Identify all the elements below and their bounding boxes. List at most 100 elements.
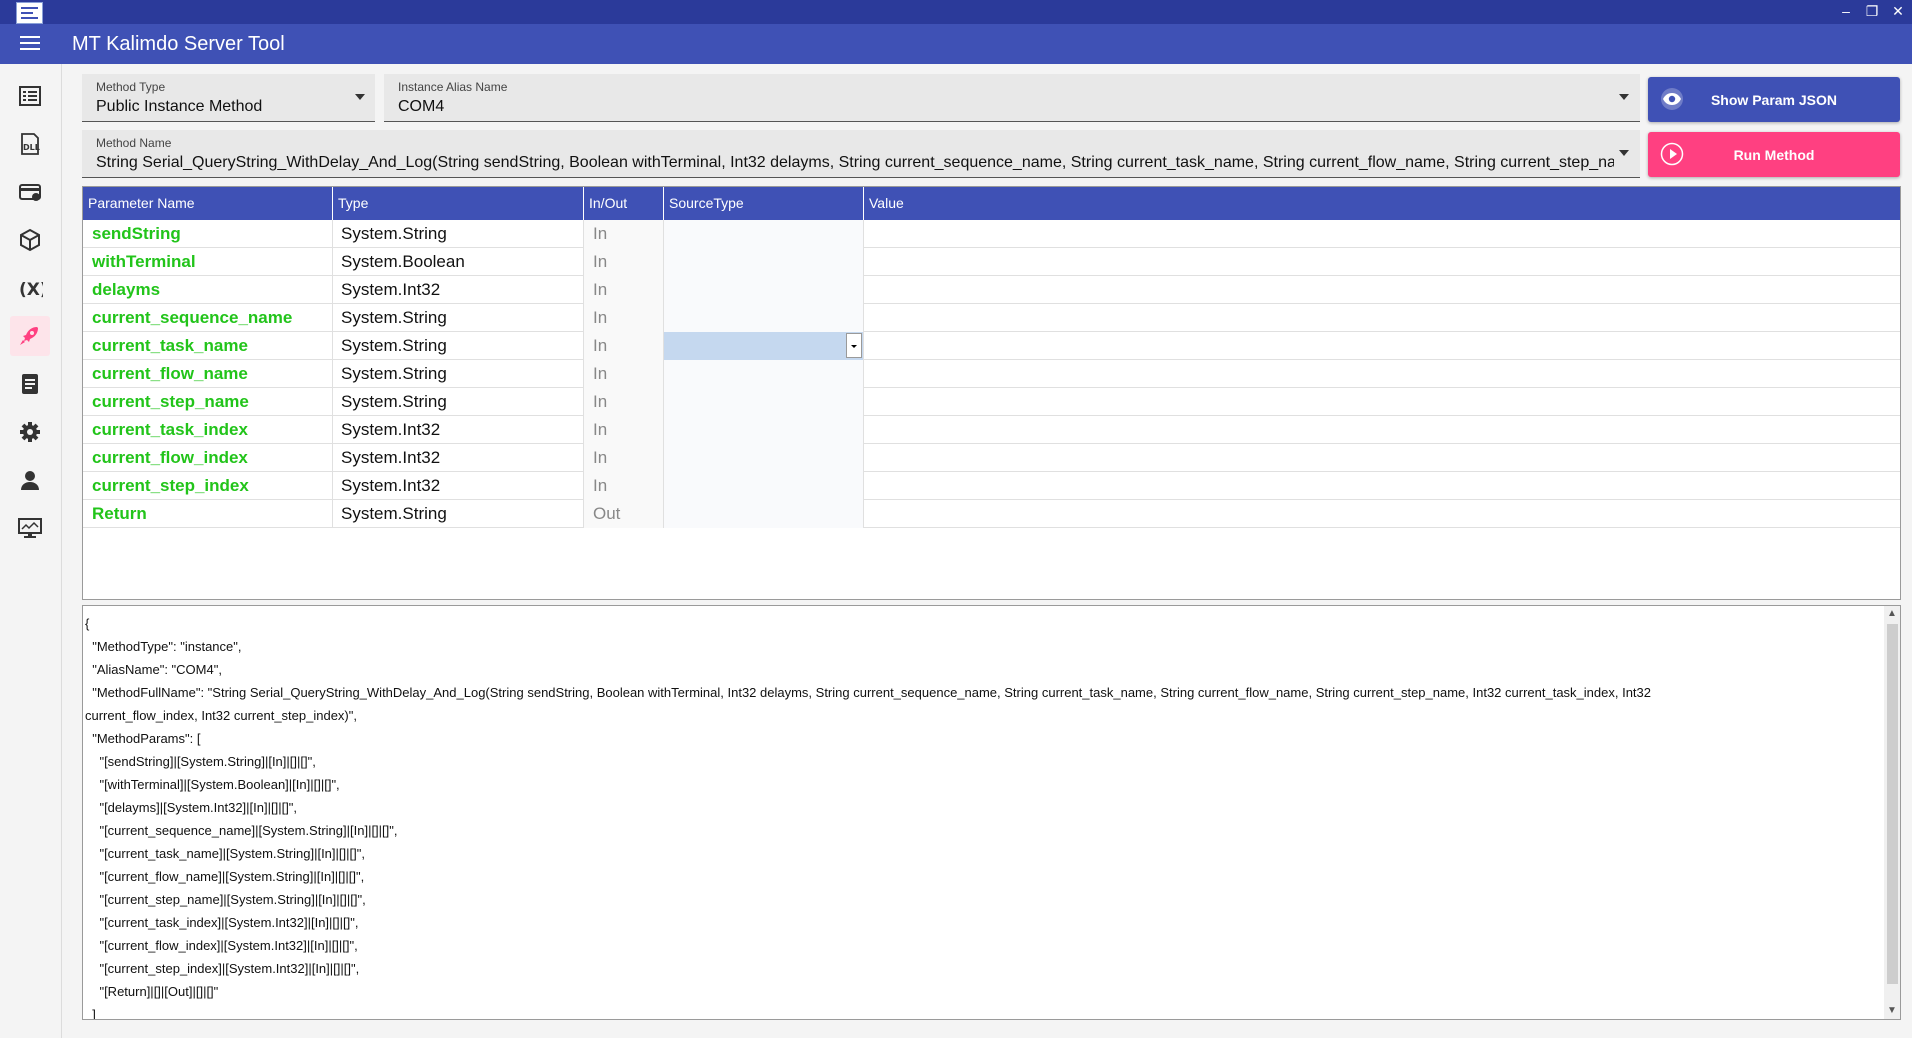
json-line: "[current_flow_name]|[System.String]|[In…	[85, 869, 365, 884]
gear-icon	[20, 422, 40, 442]
cell-io: Out	[584, 500, 664, 528]
json-line: "[Return]|[]|[Out]|[]|[]"	[85, 984, 219, 999]
scroll-thumb[interactable]	[1887, 624, 1898, 984]
table-row[interactable]: current_task_name System.String In	[83, 332, 1900, 360]
cell-source-type[interactable]	[664, 388, 864, 416]
table-row[interactable]: withTerminal System.Boolean In	[83, 248, 1900, 276]
method-type-select[interactable]: Method Type Public Instance Method	[82, 74, 375, 122]
table-row[interactable]: current_step_name System.String In	[83, 388, 1900, 416]
json-output-text: { "MethodType": "instance", "AliasName":…	[85, 612, 1875, 1019]
restore-button[interactable]: ❐	[1864, 3, 1880, 20]
show-param-json-button[interactable]: Show Param JSON	[1648, 77, 1900, 122]
sidebar-item-user[interactable]	[10, 460, 50, 500]
cell-name: withTerminal	[83, 248, 333, 276]
title-bar: – ❐ ✕	[0, 0, 1912, 24]
cell-value[interactable]	[864, 500, 1900, 528]
cell-io: In	[584, 248, 664, 276]
monitor-icon	[18, 518, 42, 538]
json-scrollbar[interactable]: ▲ ▼	[1884, 606, 1900, 1019]
cell-source-type[interactable]	[664, 276, 864, 304]
column-header-value[interactable]: Value	[864, 187, 1900, 220]
cell-name: Return	[83, 500, 333, 528]
table-row[interactable]: current_step_index System.Int32 In	[83, 472, 1900, 500]
run-method-button[interactable]: Run Method	[1648, 132, 1900, 177]
cell-source-type[interactable]	[664, 472, 864, 500]
cell-name: current_flow_index	[83, 444, 333, 472]
show-param-json-label: Show Param JSON	[1710, 91, 1838, 108]
cell-type: System.Int32	[333, 276, 584, 304]
sidebar-item-card[interactable]	[10, 172, 50, 212]
chevron-down-icon	[355, 94, 365, 100]
cell-source-type[interactable]	[664, 444, 864, 472]
cell-type: System.String	[333, 220, 584, 248]
app-logo-icon	[16, 2, 43, 24]
scroll-up-icon[interactable]: ▲	[1884, 606, 1900, 622]
table-row[interactable]: Return System.String Out	[83, 500, 1900, 528]
scroll-down-icon[interactable]: ▼	[1884, 1003, 1900, 1019]
sidebar-item-monitor[interactable]	[10, 508, 50, 548]
json-line: "MethodParams": [	[85, 731, 201, 746]
table-row[interactable]: current_flow_name System.String In	[83, 360, 1900, 388]
column-header-parameter-name[interactable]: Parameter Name	[83, 187, 333, 220]
list-icon	[19, 86, 41, 106]
cell-source-type[interactable]	[664, 248, 864, 276]
json-line: "MethodType": "instance",	[85, 639, 242, 654]
cell-value[interactable]	[864, 304, 1900, 332]
table-row[interactable]: current_task_index System.Int32 In	[83, 416, 1900, 444]
close-button[interactable]: ✕	[1890, 3, 1906, 20]
column-header-in-out[interactable]: In/Out	[584, 187, 664, 220]
table-row[interactable]: current_flow_index System.Int32 In	[83, 444, 1900, 472]
card-icon	[19, 184, 41, 201]
cell-source-type[interactable]	[664, 360, 864, 388]
cell-type: System.String	[333, 304, 584, 332]
sidebar-item-documents[interactable]	[10, 364, 50, 404]
cell-name: current_flow_name	[83, 360, 333, 388]
rocket-icon	[20, 327, 38, 345]
cell-name: current_step_index	[83, 472, 333, 500]
column-header-source-type[interactable]: SourceType	[664, 187, 864, 220]
cell-io: In	[584, 416, 664, 444]
cell-type: System.String	[333, 360, 584, 388]
json-line: "AliasName": "COM4",	[85, 662, 222, 677]
minimize-button[interactable]: –	[1838, 3, 1854, 20]
table-row[interactable]: current_sequence_name System.String In	[83, 304, 1900, 332]
cell-value[interactable]	[864, 444, 1900, 472]
instance-alias-value: COM4	[398, 98, 445, 115]
table-row[interactable]: delayms System.Int32 In	[83, 276, 1900, 304]
cell-io: In	[584, 444, 664, 472]
cell-type: System.Int32	[333, 416, 584, 444]
sidebar-item-run[interactable]	[10, 316, 50, 356]
cell-name: current_task_index	[83, 416, 333, 444]
source-type-dropdown-icon[interactable]	[846, 333, 862, 358]
table-row[interactable]: sendString System.String In	[83, 220, 1900, 248]
cell-value[interactable]	[864, 248, 1900, 276]
document-icon	[22, 374, 38, 394]
cell-type: System.String	[333, 332, 584, 360]
cell-value[interactable]	[864, 332, 1900, 360]
cell-io: In	[584, 472, 664, 500]
cell-value[interactable]	[864, 388, 1900, 416]
cell-value[interactable]	[864, 472, 1900, 500]
cell-source-type[interactable]	[664, 220, 864, 248]
json-output-panel[interactable]: { "MethodType": "instance", "AliasName":…	[82, 605, 1901, 1020]
cell-source-type[interactable]	[664, 416, 864, 444]
sidebar-item-variables[interactable]: (X)	[10, 268, 50, 308]
cell-source-type[interactable]	[664, 332, 864, 360]
sidebar-item-settings[interactable]	[10, 412, 50, 452]
cell-value[interactable]	[864, 276, 1900, 304]
method-type-label: Method Type	[96, 80, 166, 94]
variable-icon: (X)	[19, 280, 43, 300]
cell-source-type[interactable]	[664, 304, 864, 332]
method-name-select[interactable]: Method Name String Serial_QueryString_Wi…	[82, 130, 1640, 178]
app-title: MT Kalimdo Server Tool	[72, 33, 285, 55]
hamburger-menu-icon[interactable]	[20, 35, 40, 51]
sidebar-item-dll[interactable]: DLL	[10, 124, 50, 164]
cell-value[interactable]	[864, 360, 1900, 388]
sidebar-item-package[interactable]	[10, 220, 50, 260]
sidebar-item-list[interactable]	[10, 76, 50, 116]
instance-alias-select[interactable]: Instance Alias Name COM4	[384, 74, 1640, 122]
column-header-type[interactable]: Type	[333, 187, 584, 220]
cell-source-type[interactable]	[664, 500, 864, 528]
cell-value[interactable]	[864, 220, 1900, 248]
cell-value[interactable]	[864, 416, 1900, 444]
